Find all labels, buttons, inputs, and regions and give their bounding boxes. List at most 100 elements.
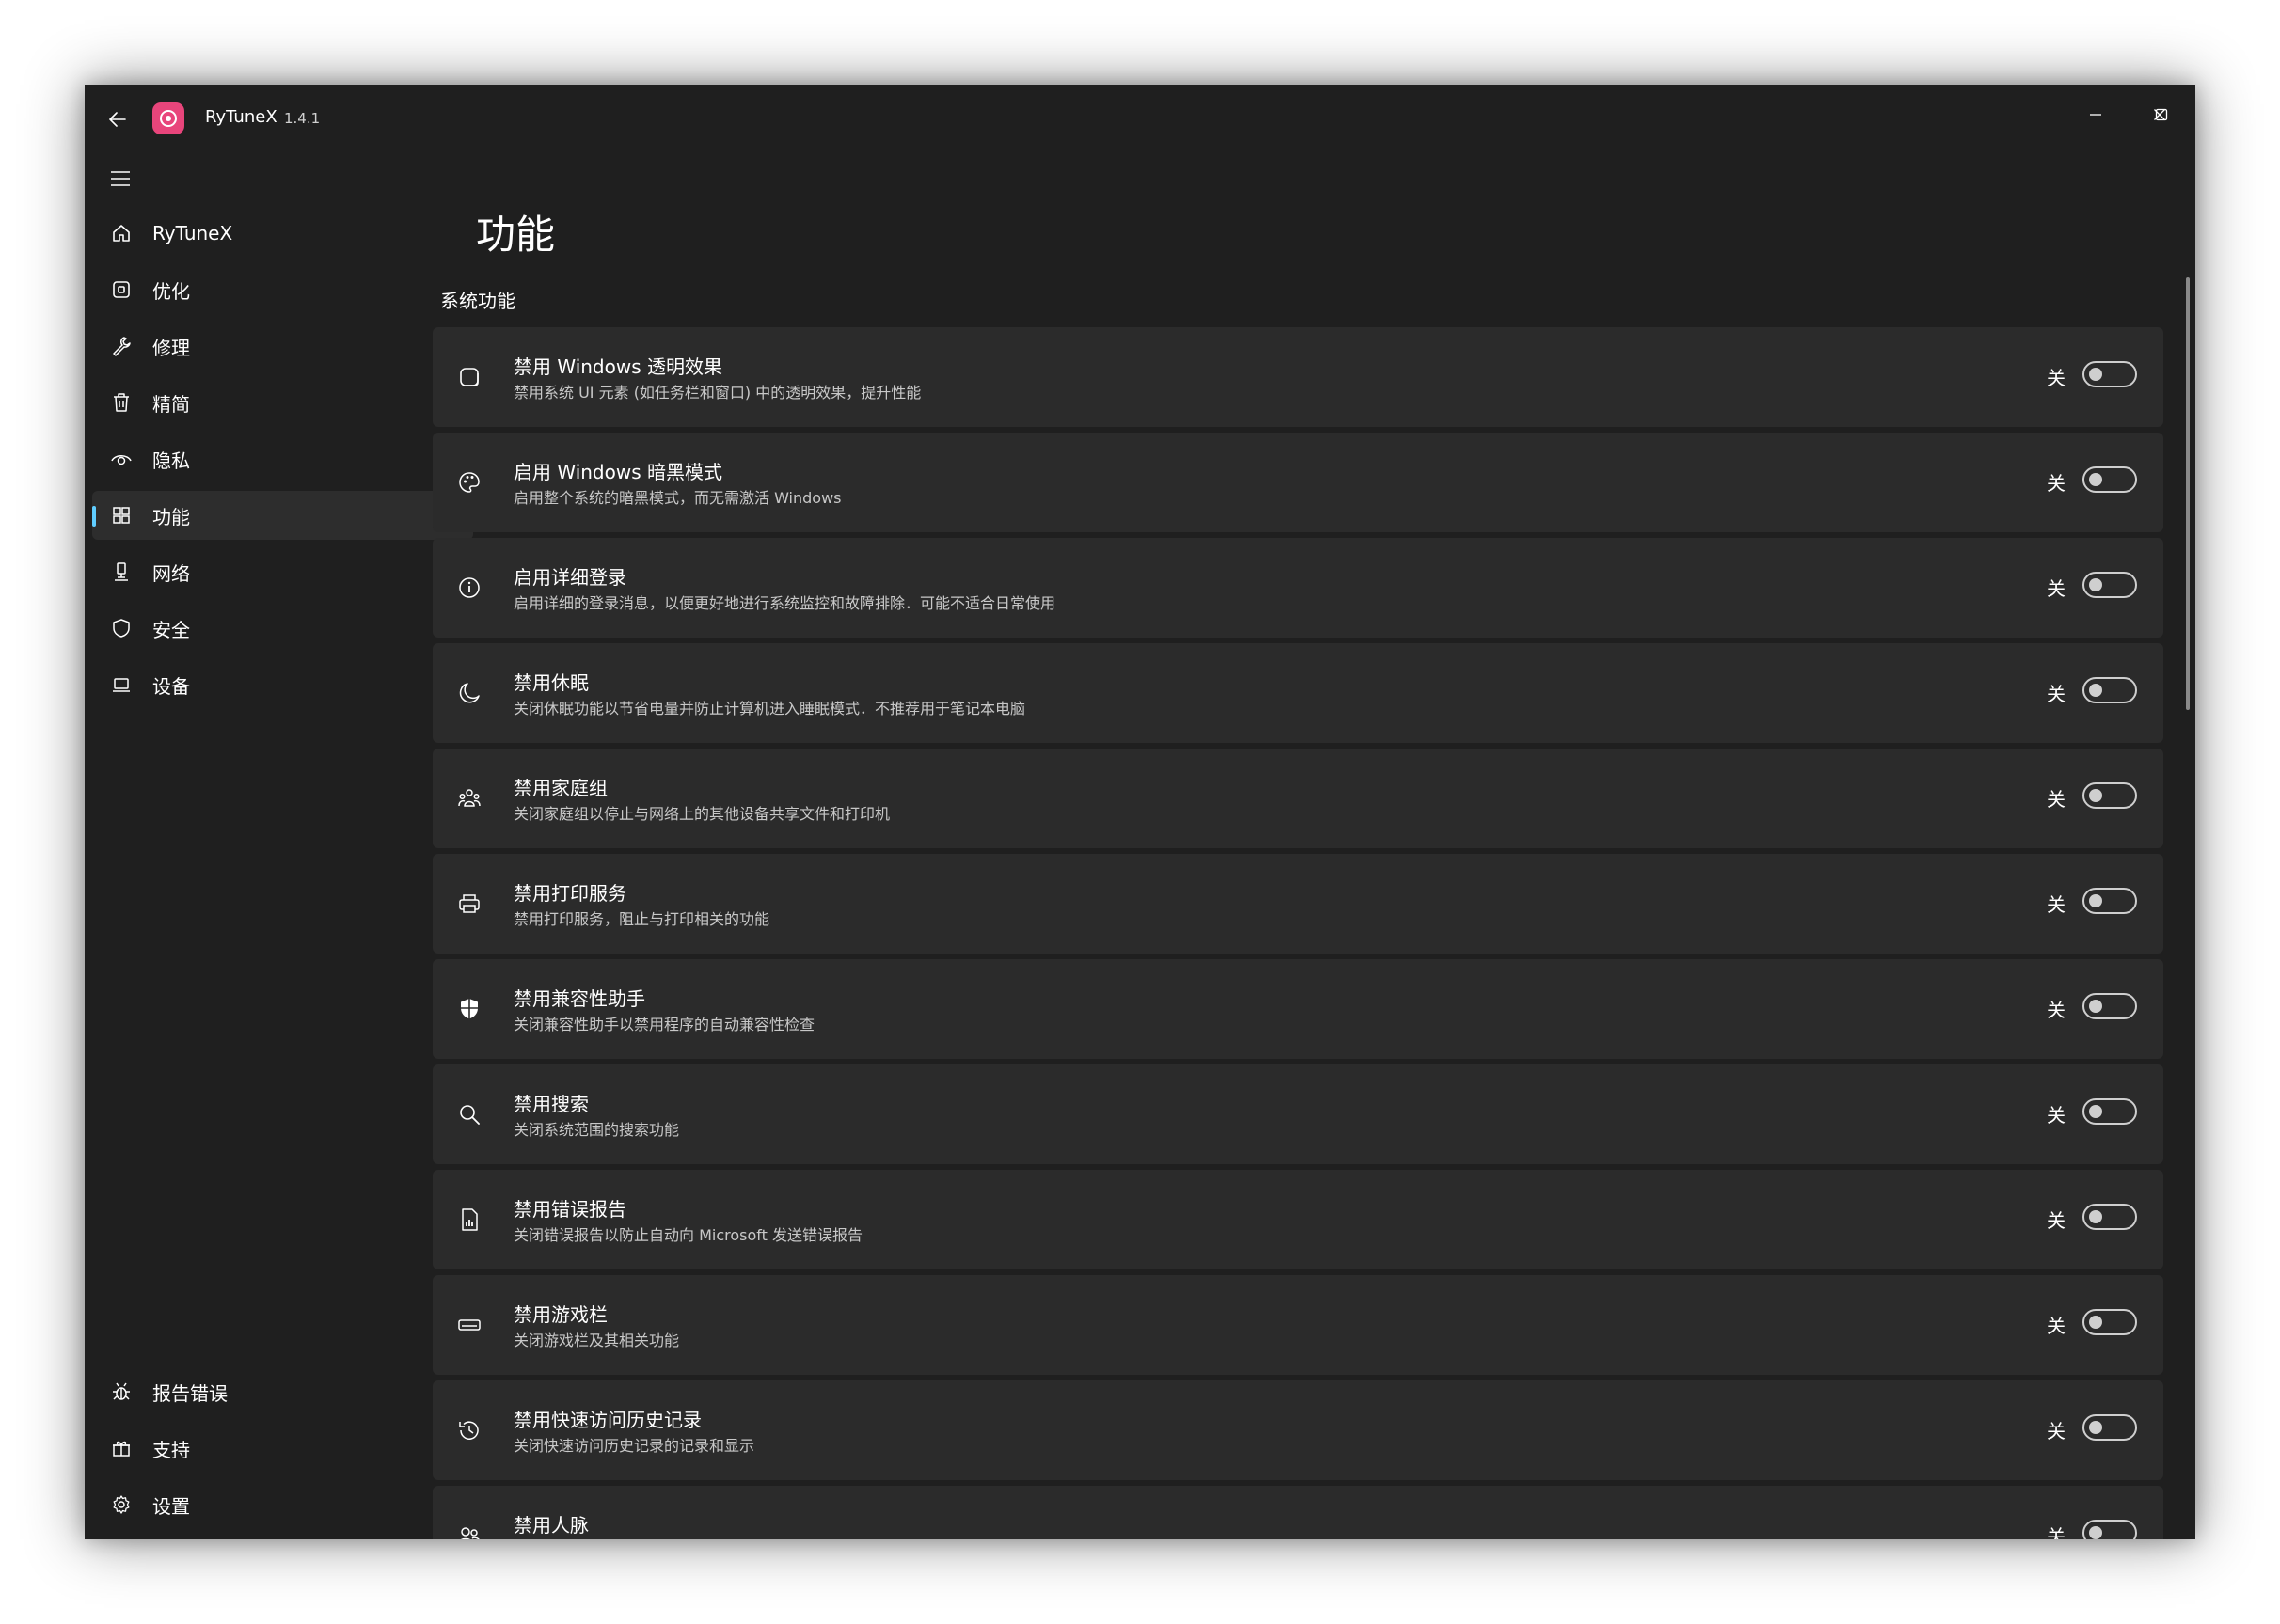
trash-icon: [107, 388, 135, 417]
toggle-state-label: 关: [2047, 893, 2066, 916]
logo-icon: [160, 110, 177, 127]
toggle-state-label: 关: [2047, 367, 2066, 389]
feature-title: 禁用休眠: [514, 671, 589, 694]
feature-toggle-switch[interactable]: [2082, 572, 2137, 598]
sidebar-item-label: 隐私: [152, 449, 190, 472]
sidebar-item-support[interactable]: 支持: [92, 1424, 473, 1473]
sidebar-item-rytunex[interactable]: RyTuneX: [92, 209, 473, 258]
feature-description: 关闭游戏栏及其相关功能: [514, 1332, 680, 1349]
feature-title: 禁用人脉: [514, 1514, 589, 1537]
vertical-scrollbar[interactable]: [2186, 277, 2190, 710]
sidebar-item-label: 功能: [152, 505, 190, 528]
toggle-state-label: 关: [2047, 1420, 2066, 1443]
toggle-knob: [2089, 1316, 2102, 1329]
sidebar-item-features[interactable]: 功能: [92, 491, 473, 540]
app-version: 1.4.1: [284, 110, 321, 127]
transparency-icon: [453, 361, 485, 393]
sidebar-item-label: 网络: [152, 561, 190, 585]
feature-toggle-switch[interactable]: [2082, 1204, 2137, 1230]
toggle-knob: [2089, 1210, 2102, 1223]
minimize-icon: [2090, 114, 2101, 116]
feature-title: 禁用游戏栏: [514, 1303, 608, 1326]
laptop-icon: [107, 670, 135, 699]
feature-description: 关闭家庭组以停止与网络上的其他设备共享文件和打印机: [514, 805, 891, 823]
feature-description: 关闭错误报告以防止自动向 Microsoft 发送错误报告: [514, 1226, 863, 1244]
toggle-knob: [2089, 1526, 2102, 1539]
feature-title: 禁用搜索: [514, 1093, 589, 1115]
feature-toggle-switch[interactable]: [2082, 677, 2137, 703]
sidebar-item-repair[interactable]: 修理: [92, 322, 473, 371]
menu-toggle-button[interactable]: [103, 162, 137, 196]
home-icon: [107, 219, 135, 247]
sidebar-item-label: 支持: [152, 1438, 190, 1461]
sidebar-item-settings[interactable]: 设置: [92, 1480, 473, 1529]
eye-icon: [107, 445, 135, 473]
feature-card-dark-mode: 启用 Windows 暗黑模式 启用整个系统的暗黑模式，而无需激活 Window…: [433, 433, 2163, 532]
feature-description: 禁用打印服务，阻止与打印相关的功能: [514, 910, 770, 928]
report-icon: [453, 1204, 485, 1236]
sidebar-item-optimize[interactable]: 优化: [92, 265, 473, 314]
sidebar-item-label: 报告错误: [152, 1381, 228, 1405]
sidebar-item-device[interactable]: 设备: [92, 660, 473, 709]
feature-toggle-switch[interactable]: [2082, 782, 2137, 809]
toggle-state-label: 关: [2047, 788, 2066, 811]
toggle-knob: [2089, 368, 2102, 381]
feature-title: 禁用家庭组: [514, 777, 608, 799]
feature-toggle-switch[interactable]: [2082, 993, 2137, 1019]
toggle-state-label: 关: [2047, 1209, 2066, 1232]
app-window: RyTuneX 1.4.1 RyTuneX 优化 修理 精简 隐私 功能 网络 …: [85, 85, 2195, 1539]
feature-description: 启用整个系统的暗黑模式，而无需激活 Windows: [514, 489, 842, 507]
feature-toggle-switch[interactable]: [2082, 1098, 2137, 1125]
active-indicator: [92, 506, 96, 527]
feature-description: 关闭快速访问历史记录的记录和显示: [514, 1437, 755, 1455]
close-button[interactable]: [2131, 94, 2188, 135]
gear-icon: [107, 1490, 135, 1519]
sidebar-item-label: 优化: [152, 279, 190, 303]
section-title: 系统功能: [440, 290, 515, 312]
sidebar-item-label: 精简: [152, 392, 190, 416]
toggle-state-label: 关: [2047, 1525, 2066, 1539]
toggle-knob: [2089, 1421, 2102, 1434]
feature-card-compat-assistant: 禁用兼容性助手 关闭兼容性助手以禁用程序的自动兼容性检查 关: [433, 959, 2163, 1059]
toggle-knob: [2089, 1105, 2102, 1118]
toggle-state-label: 关: [2047, 472, 2066, 495]
feature-card-hibernation: 禁用休眠 关闭休眠功能以节省电量并防止计算机进入睡眠模式．不推荐用于笔记本电脑 …: [433, 643, 2163, 743]
feature-card-homegroup: 禁用家庭组 关闭家庭组以停止与网络上的其他设备共享文件和打印机 关: [433, 749, 2163, 848]
feature-description: 关闭休眠功能以节省电量并防止计算机进入睡眠模式．不推荐用于笔记本电脑: [514, 700, 1026, 717]
feature-toggle-switch[interactable]: [2082, 1520, 2137, 1539]
shield-filled-icon: [453, 993, 485, 1025]
feature-card-print-service: 禁用打印服务 禁用打印服务，阻止与打印相关的功能 关: [433, 854, 2163, 954]
feature-card-verbose-login: 启用详细登录 启用详细的登录消息，以便更好地进行系统监控和故障排除．可能不适合日…: [433, 538, 2163, 638]
feature-card-search: 禁用搜索 关闭系统范围的搜索功能 关: [433, 1064, 2163, 1164]
sidebar-item-network[interactable]: 网络: [92, 547, 473, 596]
feature-toggle-switch[interactable]: [2082, 1309, 2137, 1335]
feature-toggle-switch[interactable]: [2082, 361, 2137, 387]
feature-toggle-switch[interactable]: [2082, 1414, 2137, 1441]
sidebar-item-label: 设备: [152, 674, 190, 698]
feature-title: 禁用兼容性助手: [514, 987, 645, 1010]
sidebar-item-privacy[interactable]: 隐私: [92, 434, 473, 483]
back-button[interactable]: [102, 103, 134, 135]
bug-icon: [107, 1378, 135, 1406]
feature-card-transparency: 禁用 Windows 透明效果 禁用系统 UI 元素 (如任务栏和窗口) 中的透…: [433, 327, 2163, 427]
feature-toggle-switch[interactable]: [2082, 466, 2137, 493]
feature-title: 禁用打印服务: [514, 882, 626, 905]
toggle-knob: [2089, 894, 2102, 907]
feature-title: 启用 Windows 暗黑模式: [514, 461, 722, 483]
feature-title: 启用详细登录: [514, 566, 626, 589]
features-icon: [107, 501, 135, 529]
feature-card-quick-access-history: 禁用快速访问历史记录 关闭快速访问历史记录的记录和显示 关: [433, 1380, 2163, 1480]
homegroup-icon: [453, 782, 485, 814]
arrow-left-icon: [109, 112, 126, 127]
feature-toggle-switch[interactable]: [2082, 888, 2137, 914]
hamburger-icon: [111, 171, 130, 186]
sidebar-item-report-bug[interactable]: 报告错误: [92, 1367, 473, 1416]
toggle-knob: [2089, 1000, 2102, 1013]
feature-card-error-report: 禁用错误报告 关闭错误报告以防止自动向 Microsoft 发送错误报告 关: [433, 1170, 2163, 1269]
sidebar-item-security[interactable]: 安全: [92, 604, 473, 653]
feature-title: 禁用错误报告: [514, 1198, 626, 1221]
toggle-state-label: 关: [2047, 1104, 2066, 1127]
sidebar-item-debloat[interactable]: 精简: [92, 378, 473, 427]
feature-title: 禁用快速访问历史记录: [514, 1409, 702, 1431]
feature-card-people: 禁用人脉 关: [433, 1486, 2163, 1539]
